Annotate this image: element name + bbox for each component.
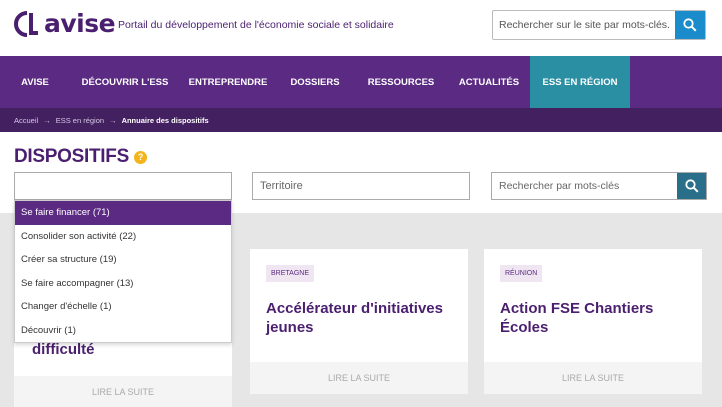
- region-tag: BRETAGNE: [266, 265, 314, 282]
- site-header: avise Portail du développement de l'écon…: [0, 0, 722, 50]
- keywords-search-button[interactable]: [677, 173, 706, 199]
- breadcrumb-current: Annuaire des dispositifs: [121, 115, 209, 125]
- dropdown-option-consolider[interactable]: Consolider son activité (22): [15, 225, 231, 249]
- site-search: Rechercher sur le site par mots-clés.: [492, 10, 706, 40]
- dropdown-option-se-faire-financer[interactable]: Se faire financer (71): [15, 201, 231, 225]
- territoire-filter-input[interactable]: Territoire: [252, 172, 470, 200]
- keywords-filter: Rechercher par mots-clés: [491, 172, 707, 200]
- search-icon: [683, 18, 697, 32]
- page-title: DISPOSITIFS ?: [14, 146, 147, 168]
- avise-logo[interactable]: avise: [14, 9, 116, 38]
- breadcrumb-ess-en-region[interactable]: ESS en région: [56, 116, 104, 125]
- help-icon[interactable]: ?: [133, 150, 147, 164]
- avise-logo-mark-icon: [14, 10, 40, 38]
- result-card[interactable]: BRETAGNE Accélérateur d'initiatives jeun…: [250, 249, 468, 394]
- nav-item-entreprendre[interactable]: ENTREPRENDRE: [180, 56, 276, 108]
- page-title-text: DISPOSITIFS: [14, 146, 129, 167]
- card-title[interactable]: difficulté: [32, 341, 95, 358]
- card-title[interactable]: Action FSE Chantiers Écoles: [500, 299, 690, 337]
- site-search-button[interactable]: [675, 11, 705, 39]
- result-card[interactable]: RÉUNION Action FSE Chantiers Écoles LIRE…: [484, 249, 702, 394]
- site-search-input[interactable]: Rechercher sur le site par mots-clés.: [493, 11, 675, 39]
- main-nav: AVISE DÉCOUVRIR L'ESS ENTREPRENDRE DOSSI…: [0, 56, 722, 108]
- nav-item-dossiers[interactable]: DOSSIERS: [276, 56, 354, 108]
- breadcrumb-separator-icon: →: [109, 115, 117, 125]
- type-filter-select[interactable]: [14, 172, 232, 200]
- nav-item-ess-en-region[interactable]: ESS EN RÉGION: [530, 56, 630, 108]
- type-filter-dropdown: Se faire financer (71) Consolider son ac…: [14, 200, 232, 343]
- breadcrumb-separator-icon: →: [43, 115, 51, 125]
- region-tag: RÉUNION: [500, 265, 543, 282]
- nav-item-decouvrir[interactable]: DÉCOUVRIR L'ESS: [70, 56, 180, 108]
- logo-text: avise: [44, 9, 116, 38]
- keywords-filter-input[interactable]: Rechercher par mots-clés: [492, 173, 677, 199]
- dropdown-option-changer-echelle[interactable]: Changer d'échelle (1): [15, 295, 231, 319]
- card-title[interactable]: Accélérateur d'initiatives jeunes: [266, 299, 456, 337]
- breadcrumb: Accueil → ESS en région → Annuaire des d…: [0, 108, 722, 132]
- site-tagline: Portail du développement de l'économie s…: [118, 19, 394, 31]
- read-more-button[interactable]: LIRE LA SUITE: [250, 362, 468, 394]
- read-more-button[interactable]: LIRE LA SUITE: [14, 376, 232, 407]
- nav-item-ressources[interactable]: RESSOURCES: [354, 56, 448, 108]
- nav-item-actualites[interactable]: ACTUALITÉS: [448, 56, 530, 108]
- nav-item-avise[interactable]: AVISE: [0, 56, 70, 108]
- dropdown-option-accompagner[interactable]: Se faire accompagner (13): [15, 272, 231, 296]
- dropdown-option-decouvrir[interactable]: Découvrir (1): [15, 319, 231, 343]
- breadcrumb-home[interactable]: Accueil: [14, 116, 38, 125]
- search-icon: [684, 179, 699, 193]
- read-more-button[interactable]: LIRE LA SUITE: [484, 362, 702, 394]
- dropdown-option-creer[interactable]: Créer sa structure (19): [15, 248, 231, 272]
